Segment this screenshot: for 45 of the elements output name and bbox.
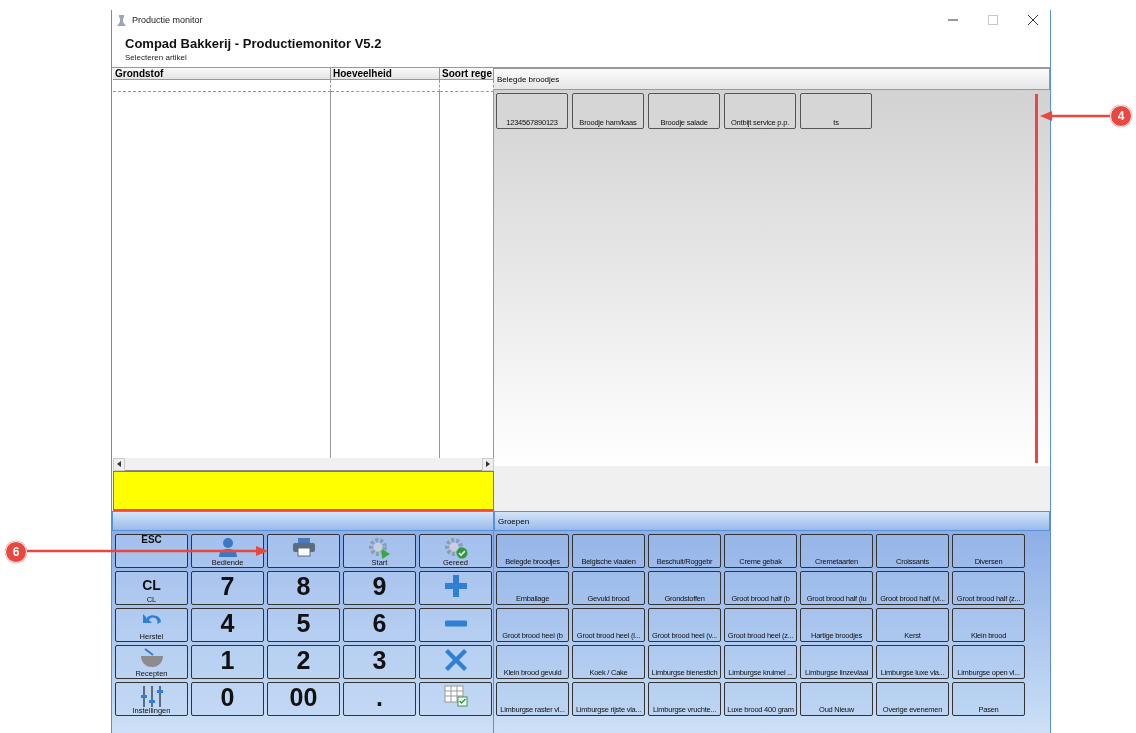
keypad-button[interactable] (419, 682, 492, 716)
callout-badge: 6 (5, 541, 27, 563)
app-icon (117, 14, 126, 26)
digit-key[interactable]: 4 (191, 608, 264, 642)
keypad-button[interactable]: ESC (115, 534, 188, 568)
right-arrow-icon (486, 461, 490, 467)
column-header[interactable]: Hoeveelheid (331, 68, 440, 80)
gear-check-icon (443, 537, 468, 559)
digit-key[interactable]: 3 (343, 645, 416, 679)
column-header[interactable]: Grondstof (113, 68, 331, 80)
panel-title: Groepen (494, 511, 1050, 531)
column-header[interactable]: Soort rege (440, 68, 494, 80)
mortar-icon (139, 648, 164, 668)
callout-arrow (1040, 111, 1112, 121)
digit-key[interactable]: 1 (191, 645, 264, 679)
digit-key[interactable]: 2 (267, 645, 340, 679)
digit-key[interactable]: 7 (191, 571, 264, 605)
close-icon (1028, 15, 1038, 25)
printer-icon (291, 537, 316, 557)
panel-title: Belegde broodjes (494, 68, 1050, 90)
sliders-icon (139, 685, 164, 707)
digit-key[interactable]: . (343, 682, 416, 716)
digit-key[interactable]: 9 (343, 571, 416, 605)
keypad-button[interactable] (419, 645, 492, 679)
maximize-icon (988, 15, 998, 25)
table-check-icon (443, 685, 468, 707)
plus-icon (443, 574, 468, 598)
app-title: Compad Bakkerij - Productiemonitor V5.2 (124, 35, 383, 51)
keypad-button[interactable] (419, 608, 492, 642)
close-icon (443, 648, 468, 672)
keypad-button[interactable] (267, 534, 340, 568)
screen-subtitle: Selecteren artikel (124, 52, 188, 64)
digit-key[interactable]: 0 (191, 682, 264, 716)
callout-badge: 4 (1110, 105, 1132, 127)
digit-key[interactable]: 5 (267, 608, 340, 642)
digit-key[interactable]: 8 (267, 571, 340, 605)
digit-key[interactable]: 6 (343, 608, 416, 642)
horizontal-scrollbar[interactable] (113, 458, 494, 471)
digit-key[interactable]: 00 (267, 682, 340, 716)
input-field[interactable] (113, 471, 494, 511)
gear-play-icon (367, 537, 392, 559)
window-title: Productie monitor (132, 15, 204, 25)
left-arrow-icon (117, 461, 121, 467)
keypad-button[interactable] (419, 571, 492, 605)
minus-icon (443, 620, 468, 627)
